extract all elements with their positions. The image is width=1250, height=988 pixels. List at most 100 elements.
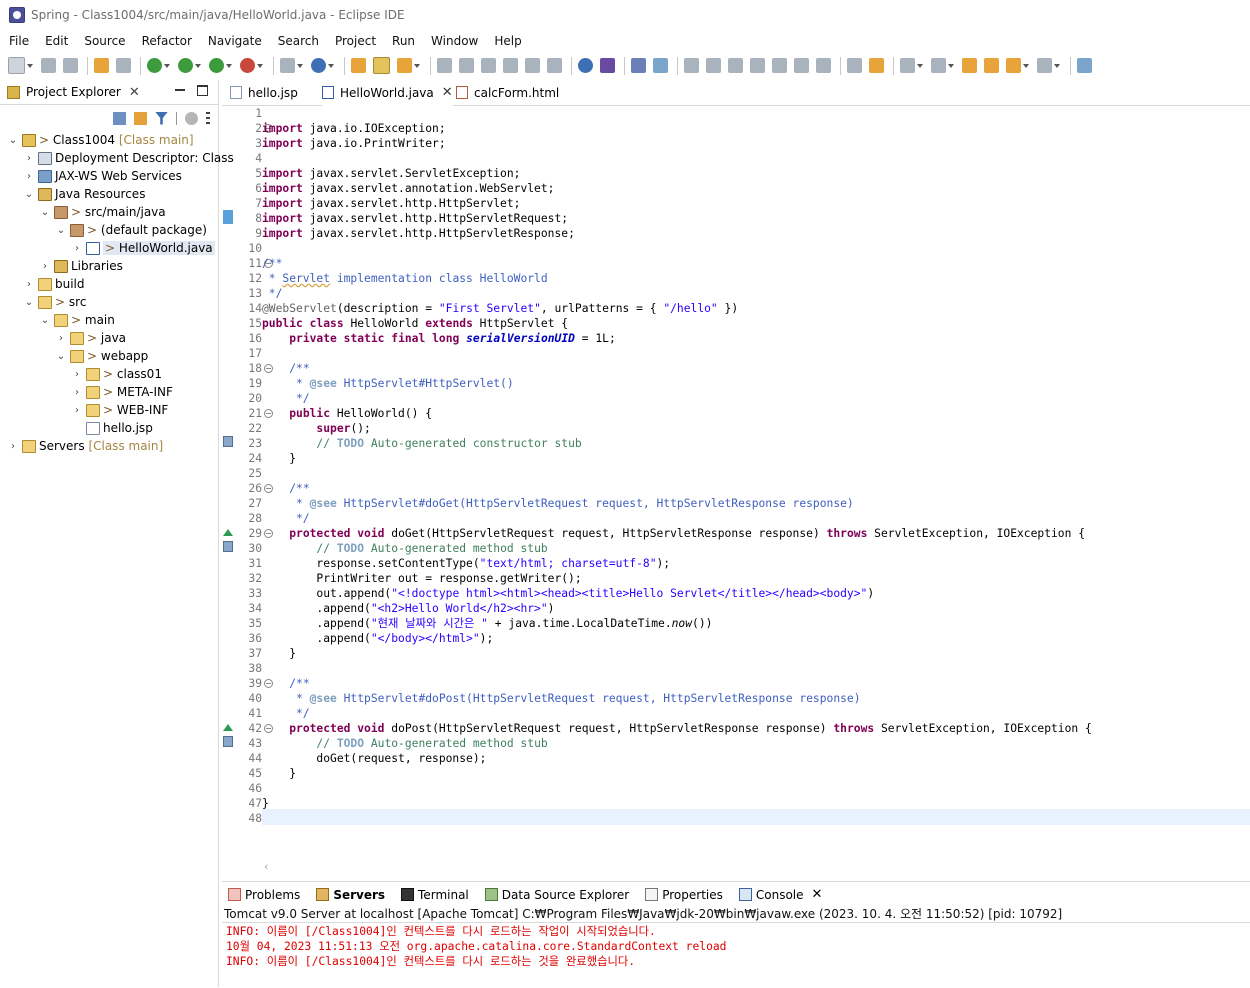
tab-hello-jsp[interactable]: hello.jsp	[230, 80, 298, 105]
step-return-icon[interactable]	[816, 58, 831, 73]
step-into-icon[interactable]	[772, 58, 787, 73]
tree-node-meta-inf[interactable]: › > META-INF	[71, 383, 173, 401]
chevron-down-icon[interactable]: ⌄	[39, 314, 51, 326]
open-folder-icon[interactable]	[373, 57, 390, 74]
chevron-right-icon[interactable]: ›	[71, 368, 83, 380]
resume-icon[interactable]	[684, 58, 699, 73]
new-java-icon[interactable]	[311, 58, 326, 73]
forward-icon[interactable]	[1037, 58, 1052, 73]
menu-refactor[interactable]: Refactor	[134, 34, 200, 48]
tree-node-build[interactable]: › build	[23, 275, 85, 293]
collapse-all-icon[interactable]	[113, 111, 126, 125]
toggle-mark-icon[interactable]	[459, 58, 474, 73]
redo-icon[interactable]	[116, 58, 131, 73]
undo-icon[interactable]	[94, 58, 109, 73]
tree-node-jaxws[interactable]: › JAX-WS Web Services	[23, 167, 182, 185]
new-java-dropdown-icon[interactable]	[328, 63, 334, 68]
external-tools-dropdown-icon[interactable]	[257, 63, 263, 68]
chevron-right-icon[interactable]: ›	[39, 260, 51, 272]
perspective-icon[interactable]	[600, 58, 615, 73]
external-tools-icon[interactable]	[240, 58, 255, 73]
run-dropdown-icon[interactable]	[195, 63, 201, 68]
filter-icon[interactable]	[155, 111, 168, 125]
tree-node-java[interactable]: › > java	[55, 329, 126, 347]
focus-icon[interactable]	[185, 111, 198, 125]
close-icon[interactable]: ✕	[442, 85, 453, 100]
pin-dropdown-icon[interactable]	[917, 63, 923, 68]
chevron-right-icon[interactable]: ›	[71, 242, 83, 254]
chevron-down-icon[interactable]: ⌄	[23, 296, 35, 308]
view-menu-icon[interactable]	[206, 111, 210, 125]
last-edit-dropdown-icon[interactable]	[948, 63, 954, 68]
console-output[interactable]: INFO: 이름이 [/Class1004]인 컨텍스트를 다시 로드하는 작업…	[222, 922, 1250, 988]
tree-node-hello-jsp[interactable]: hello.jsp	[83, 419, 153, 437]
toggle-highlight-icon[interactable]	[481, 58, 496, 73]
maximize-icon[interactable]	[197, 85, 208, 96]
tab-console[interactable]: Console ✕	[733, 887, 823, 902]
override-icon[interactable]	[223, 724, 233, 731]
tree-node-web-inf[interactable]: › > WEB-INF	[71, 401, 168, 419]
coverage-dropdown-icon[interactable]	[226, 63, 232, 68]
back-dropdown-icon[interactable]	[1023, 63, 1029, 68]
scroll-left-icon[interactable]: ‹	[264, 860, 268, 873]
menu-help[interactable]: Help	[486, 34, 529, 48]
menu-source[interactable]: Source	[76, 34, 133, 48]
search-file-icon[interactable]	[653, 58, 668, 73]
show-whitespace-icon[interactable]	[525, 58, 540, 73]
link-with-editor-icon[interactable]	[134, 111, 147, 125]
task-marker-icon[interactable]	[223, 436, 233, 447]
code-editor[interactable]: 1 2−3 4 5 6 7 8 9 10 11−12 13 14 15 16 17 18−19 20 21−22 2…	[222, 106, 1250, 858]
tab-helloworld-java[interactable]: HelloWorld.java ✕	[322, 80, 453, 107]
chevron-right-icon[interactable]: ›	[71, 386, 83, 398]
prev-annotation-icon[interactable]	[962, 58, 977, 73]
next-annotation-icon[interactable]	[869, 58, 884, 73]
new-icon[interactable]	[8, 57, 25, 74]
menu-navigate[interactable]: Navigate	[200, 34, 270, 48]
tab-terminal[interactable]: Terminal	[395, 888, 469, 902]
debug-icon[interactable]	[147, 58, 162, 73]
chevron-right-icon[interactable]: ›	[23, 152, 35, 164]
tree-node-src-main-java[interactable]: ⌄ > src/main/java	[39, 203, 166, 221]
run-icon[interactable]	[178, 58, 193, 73]
tree-node-java-resources[interactable]: ⌄ Java Resources	[23, 185, 146, 203]
task-marker-icon[interactable]	[223, 541, 233, 552]
tree-node-src[interactable]: ⌄ > src	[23, 293, 87, 311]
block-select-icon[interactable]	[503, 58, 518, 73]
task-marker-icon[interactable]	[223, 736, 233, 747]
open-perspective-icon[interactable]	[1077, 58, 1092, 73]
console-view-icon[interactable]	[631, 58, 646, 73]
globe-icon[interactable]	[578, 58, 593, 73]
new-server-dropdown-icon[interactable]	[297, 63, 303, 68]
menu-project[interactable]: Project	[327, 34, 384, 48]
menu-edit[interactable]: Edit	[37, 34, 76, 48]
search-tool-dropdown-icon[interactable]	[414, 63, 420, 68]
tab-calcform-html[interactable]: calcForm.html	[456, 80, 559, 105]
open-type-icon[interactable]	[351, 58, 366, 73]
close-icon[interactable]: ✕	[812, 887, 823, 902]
chevron-down-icon[interactable]: ⌄	[55, 350, 67, 362]
back-icon[interactable]	[1006, 58, 1021, 73]
next-edit-icon[interactable]	[984, 58, 999, 73]
tree-node-webapp[interactable]: ⌄ > webapp	[55, 347, 149, 365]
menu-run[interactable]: Run	[384, 34, 423, 48]
chevron-down-icon[interactable]: ⌄	[7, 134, 19, 146]
chevron-right-icon[interactable]: ›	[71, 404, 83, 416]
tree-node-class1004[interactable]: ⌄ > Class1004 [Class main]	[7, 131, 194, 149]
save-all-icon[interactable]	[63, 58, 78, 73]
project-explorer-tab[interactable]: Project Explorer	[26, 85, 121, 99]
tree-node-libraries[interactable]: › Libraries	[39, 257, 123, 275]
tree-node-deployment-descriptor[interactable]: › Deployment Descriptor: Class	[23, 149, 234, 167]
disconnect-icon[interactable]	[750, 58, 765, 73]
new-server-icon[interactable]	[280, 58, 295, 73]
search-tool-icon[interactable]	[397, 58, 412, 73]
tab-data-source-explorer[interactable]: Data Source Explorer	[479, 888, 629, 902]
bookmark-icon[interactable]	[223, 210, 233, 224]
tree-node-main[interactable]: ⌄ > main	[39, 311, 115, 329]
pilcrow-icon[interactable]	[547, 58, 562, 73]
tree-node-helloworld-java[interactable]: › > HelloWorld.java	[71, 239, 215, 257]
chevron-right-icon[interactable]: ›	[23, 170, 35, 182]
debug-dropdown-icon[interactable]	[164, 63, 170, 68]
toggle-annotation-icon[interactable]	[437, 58, 452, 73]
step-over-icon[interactable]	[794, 58, 809, 73]
tab-properties[interactable]: Properties	[639, 888, 723, 902]
